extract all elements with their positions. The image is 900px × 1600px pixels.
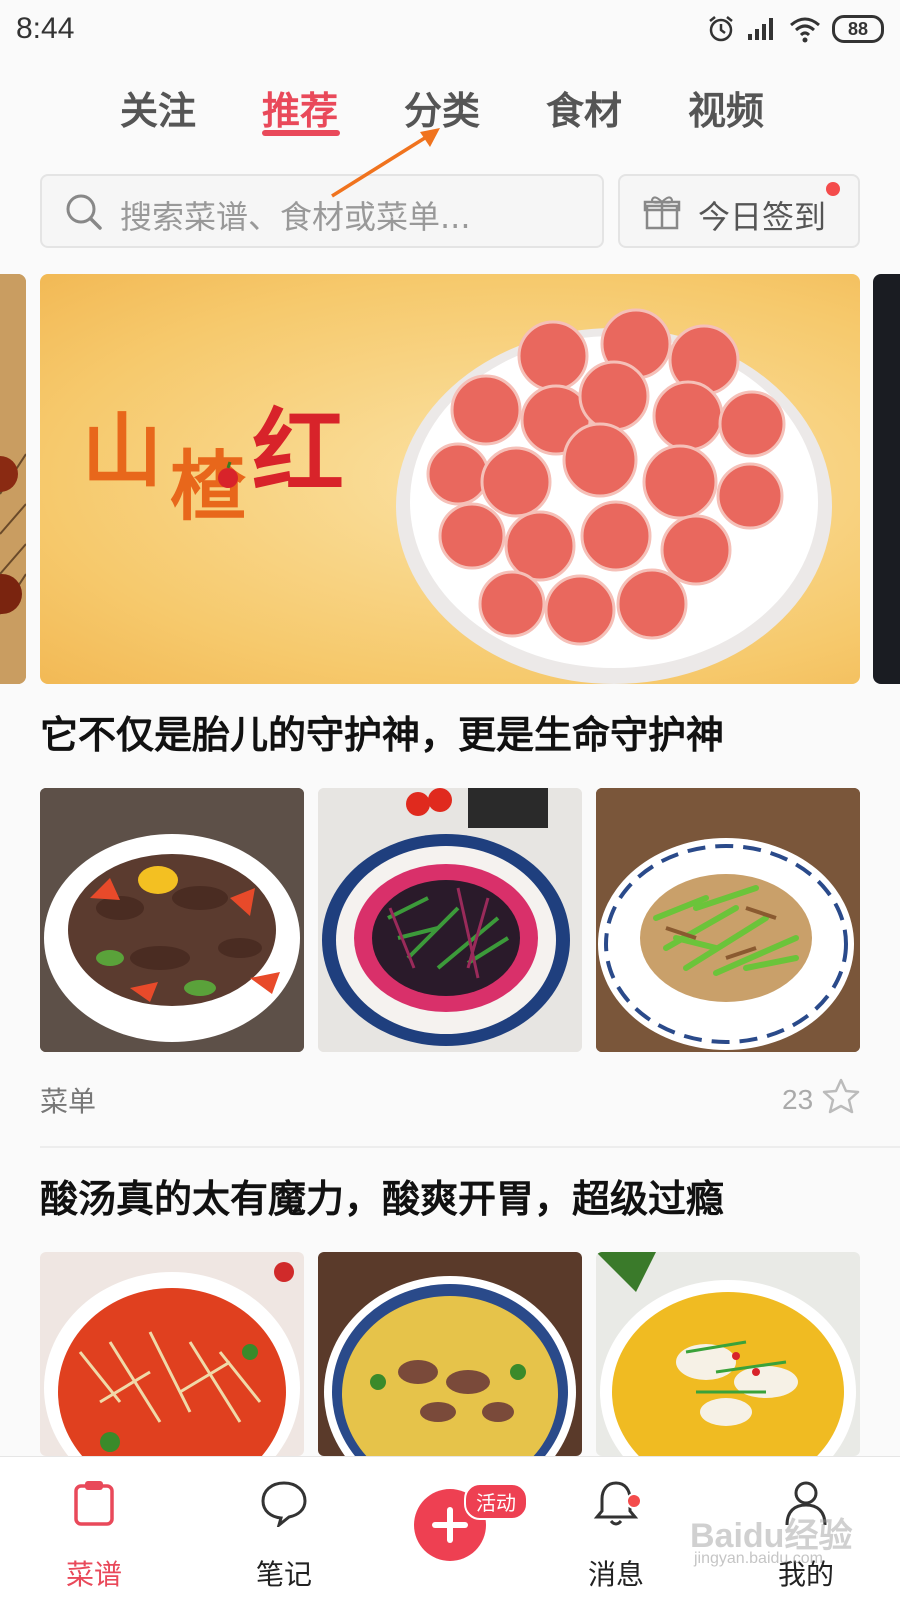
star-icon[interactable]	[822, 1078, 860, 1114]
sour-soup-fish-image	[596, 1252, 860, 1456]
banner-prev-peek[interactable]	[0, 274, 26, 684]
section-title[interactable]: 酸汤真的太有魔力，酸爽开胃，超级过瘾	[40, 1168, 724, 1223]
activity-badge: 活动	[464, 1483, 528, 1520]
nav-notes[interactable]: 笔记	[204, 1457, 364, 1600]
item-type-label: 菜单	[40, 1085, 97, 1118]
section-divider	[40, 1146, 900, 1148]
watermark-url: jingyan.baidu.com	[694, 1550, 823, 1567]
nav-messages[interactable]: 消息	[536, 1457, 696, 1600]
haw-candy-plate-image	[218, 308, 832, 684]
stir-fried-liver-image	[40, 788, 304, 1052]
section-title[interactable]: 它不仅是胎儿的守护神，更是生命守护神	[40, 704, 724, 759]
nav-label: 消息	[587, 1558, 644, 1591]
food-photo-peek	[0, 274, 26, 684]
nav-label: 笔记	[255, 1558, 312, 1591]
nav-label: 菜谱	[65, 1558, 122, 1591]
sour-soup-beef-image	[318, 1252, 582, 1456]
recipe-thumbnail[interactable]	[318, 1252, 582, 1456]
tomato-soup-image	[40, 1252, 304, 1456]
notification-dot	[626, 1493, 642, 1509]
clipboard-icon	[74, 1481, 114, 1526]
annotation-arrow-icon	[331, 128, 440, 198]
nav-recipes[interactable]: 菜谱	[14, 1457, 174, 1600]
stir-fried-greens-image	[318, 788, 582, 1052]
shredded-pork-peppers-image	[596, 788, 860, 1052]
recipe-thumbnail[interactable]	[596, 788, 860, 1052]
recipe-thumbnail[interactable]	[40, 788, 304, 1052]
recipe-thumbnail[interactable]	[596, 1252, 860, 1456]
featured-banner[interactable]: 山 楂 红	[40, 274, 860, 684]
plus-icon	[447, 1507, 453, 1543]
recipe-thumbnail[interactable]	[318, 788, 582, 1052]
banner-next-peek[interactable]	[873, 274, 900, 684]
chat-bubble-icon	[261, 1481, 307, 1527]
recipe-thumbnail[interactable]	[40, 1252, 304, 1456]
favorite-count: 23	[782, 1084, 814, 1115]
